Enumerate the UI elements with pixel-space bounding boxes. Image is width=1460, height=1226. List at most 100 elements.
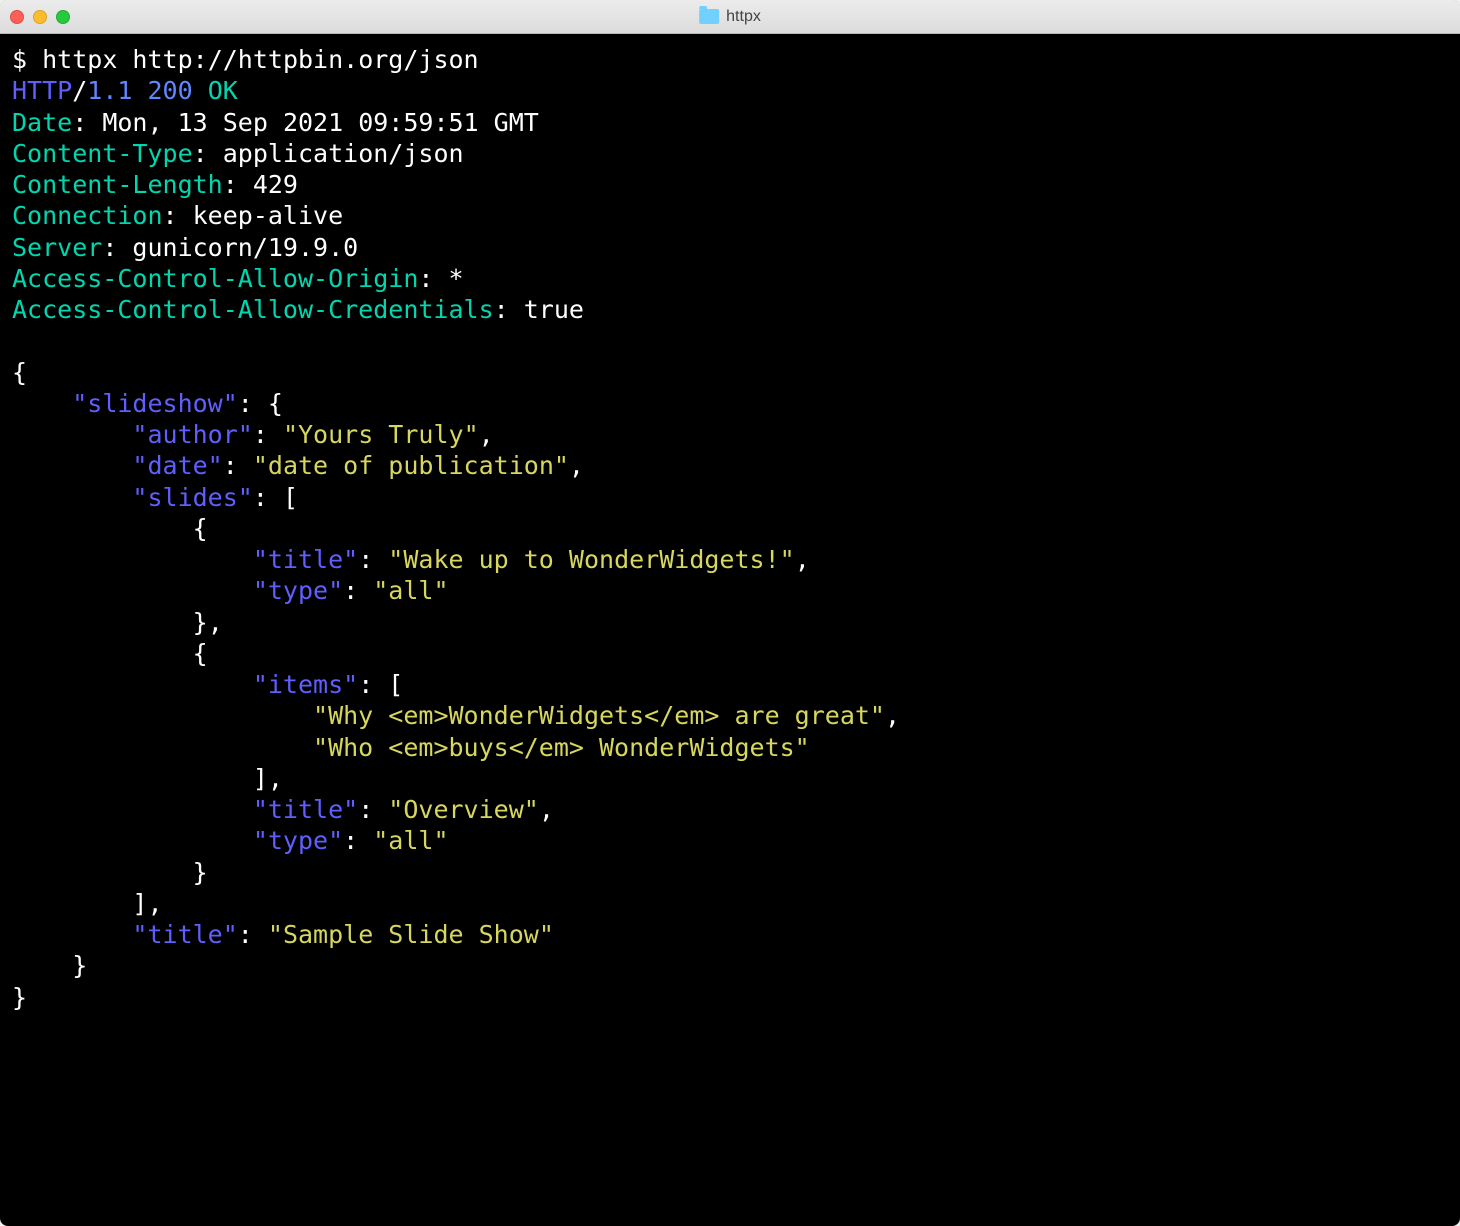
json-punc: : xyxy=(343,576,373,605)
json-indent xyxy=(12,670,253,699)
json-punc: : xyxy=(238,920,268,949)
json-indent xyxy=(12,795,253,824)
json-punc: , xyxy=(208,608,223,637)
json-punc: { xyxy=(12,358,27,387)
header-val: keep-alive xyxy=(193,201,344,230)
header-val: application/json xyxy=(223,139,464,168)
window-titlebar[interactable]: httpx xyxy=(0,0,1460,34)
json-punc: , xyxy=(147,889,162,918)
status-ver: 1.1 xyxy=(87,76,132,105)
json-key: "items" xyxy=(253,670,358,699)
close-icon[interactable] xyxy=(10,10,24,24)
json-string: "Wake up to WonderWidgets!" xyxy=(388,545,794,574)
json-punc: , xyxy=(268,764,283,793)
json-key: "author" xyxy=(132,420,252,449)
header-key: Access-Control-Allow-Origin xyxy=(12,264,418,293)
json-punc: { xyxy=(193,514,208,543)
header-key: Content-Type xyxy=(12,139,193,168)
json-indent xyxy=(12,889,132,918)
json-punc: : xyxy=(253,483,283,512)
json-indent xyxy=(12,576,253,605)
json-punc: } xyxy=(12,983,27,1012)
json-punc: : xyxy=(343,826,373,855)
traffic-lights xyxy=(10,10,70,24)
json-punc: : xyxy=(223,451,253,480)
header-sep: : xyxy=(102,233,132,262)
json-key: "title" xyxy=(132,920,237,949)
terminal-content[interactable]: $ httpx http://httpbin.org/json HTTP/1.1… xyxy=(0,34,1460,1226)
json-punc: { xyxy=(268,389,283,418)
header-sep: : xyxy=(193,139,223,168)
header-val: * xyxy=(449,264,464,293)
json-string: "date of publication" xyxy=(253,451,569,480)
json-indent xyxy=(12,639,193,668)
json-key: "type" xyxy=(253,826,343,855)
json-key: "title" xyxy=(253,545,358,574)
status-code: 200 xyxy=(148,76,193,105)
header-key: Connection xyxy=(12,201,163,230)
json-punc: : xyxy=(238,389,268,418)
json-key: "title" xyxy=(253,795,358,824)
json-indent xyxy=(12,608,193,637)
json-punc: : xyxy=(253,420,283,449)
json-indent xyxy=(12,701,313,730)
header-val: gunicorn/19.9.0 xyxy=(132,233,358,262)
json-indent xyxy=(12,733,313,762)
json-key: "type" xyxy=(253,576,343,605)
json-indent xyxy=(12,483,132,512)
minimize-icon[interactable] xyxy=(33,10,47,24)
json-punc: [ xyxy=(283,483,298,512)
zoom-icon[interactable] xyxy=(56,10,70,24)
json-punc: ] xyxy=(253,764,268,793)
command-line: httpx http://httpbin.org/json xyxy=(42,45,479,74)
header-sep: : xyxy=(163,201,193,230)
json-key: "slideshow" xyxy=(72,389,238,418)
header-key: Content-Length xyxy=(12,170,223,199)
json-string: "Who <em>buys</em> WonderWidgets" xyxy=(313,733,810,762)
json-string: "Why <em>WonderWidgets</em> are great" xyxy=(313,701,885,730)
json-punc: { xyxy=(193,639,208,668)
json-punc: } xyxy=(193,858,208,887)
json-punc: , xyxy=(795,545,810,574)
json-indent xyxy=(12,389,72,418)
status-reason: OK xyxy=(208,76,238,105)
header-val: true xyxy=(524,295,584,324)
json-punc: } xyxy=(72,951,87,980)
header-sep: : xyxy=(494,295,524,324)
header-sep: : xyxy=(418,264,448,293)
folder-icon xyxy=(699,9,719,24)
header-sep: : xyxy=(72,108,102,137)
json-punc: , xyxy=(539,795,554,824)
json-punc: , xyxy=(569,451,584,480)
json-indent xyxy=(12,920,132,949)
json-punc: : xyxy=(358,545,388,574)
json-punc: [ xyxy=(388,670,403,699)
json-indent xyxy=(12,420,132,449)
window-title-text: httpx xyxy=(726,8,761,26)
header-key: Server xyxy=(12,233,102,262)
header-val: 429 xyxy=(253,170,298,199)
json-key: "date" xyxy=(132,451,222,480)
json-string: "Overview" xyxy=(388,795,539,824)
json-indent xyxy=(12,451,132,480)
json-punc: : xyxy=(358,795,388,824)
json-punc: ] xyxy=(132,889,147,918)
json-indent xyxy=(12,545,253,574)
json-punc: } xyxy=(193,608,208,637)
prompt-symbol: $ xyxy=(12,45,27,74)
json-string: "all" xyxy=(373,826,448,855)
status-proto: HTTP xyxy=(12,76,72,105)
json-indent xyxy=(12,826,253,855)
terminal-window: httpx $ httpx http://httpbin.org/json HT… xyxy=(0,0,1460,1226)
json-string: "Sample Slide Show" xyxy=(268,920,554,949)
json-indent xyxy=(12,764,253,793)
window-title: httpx xyxy=(699,8,761,26)
json-punc: , xyxy=(479,420,494,449)
status-slash: / xyxy=(72,76,87,105)
header-key: Date xyxy=(12,108,72,137)
json-indent xyxy=(12,951,72,980)
json-punc: , xyxy=(885,701,900,730)
header-sep: : xyxy=(223,170,253,199)
header-key: Access-Control-Allow-Credentials xyxy=(12,295,494,324)
json-indent xyxy=(12,514,193,543)
